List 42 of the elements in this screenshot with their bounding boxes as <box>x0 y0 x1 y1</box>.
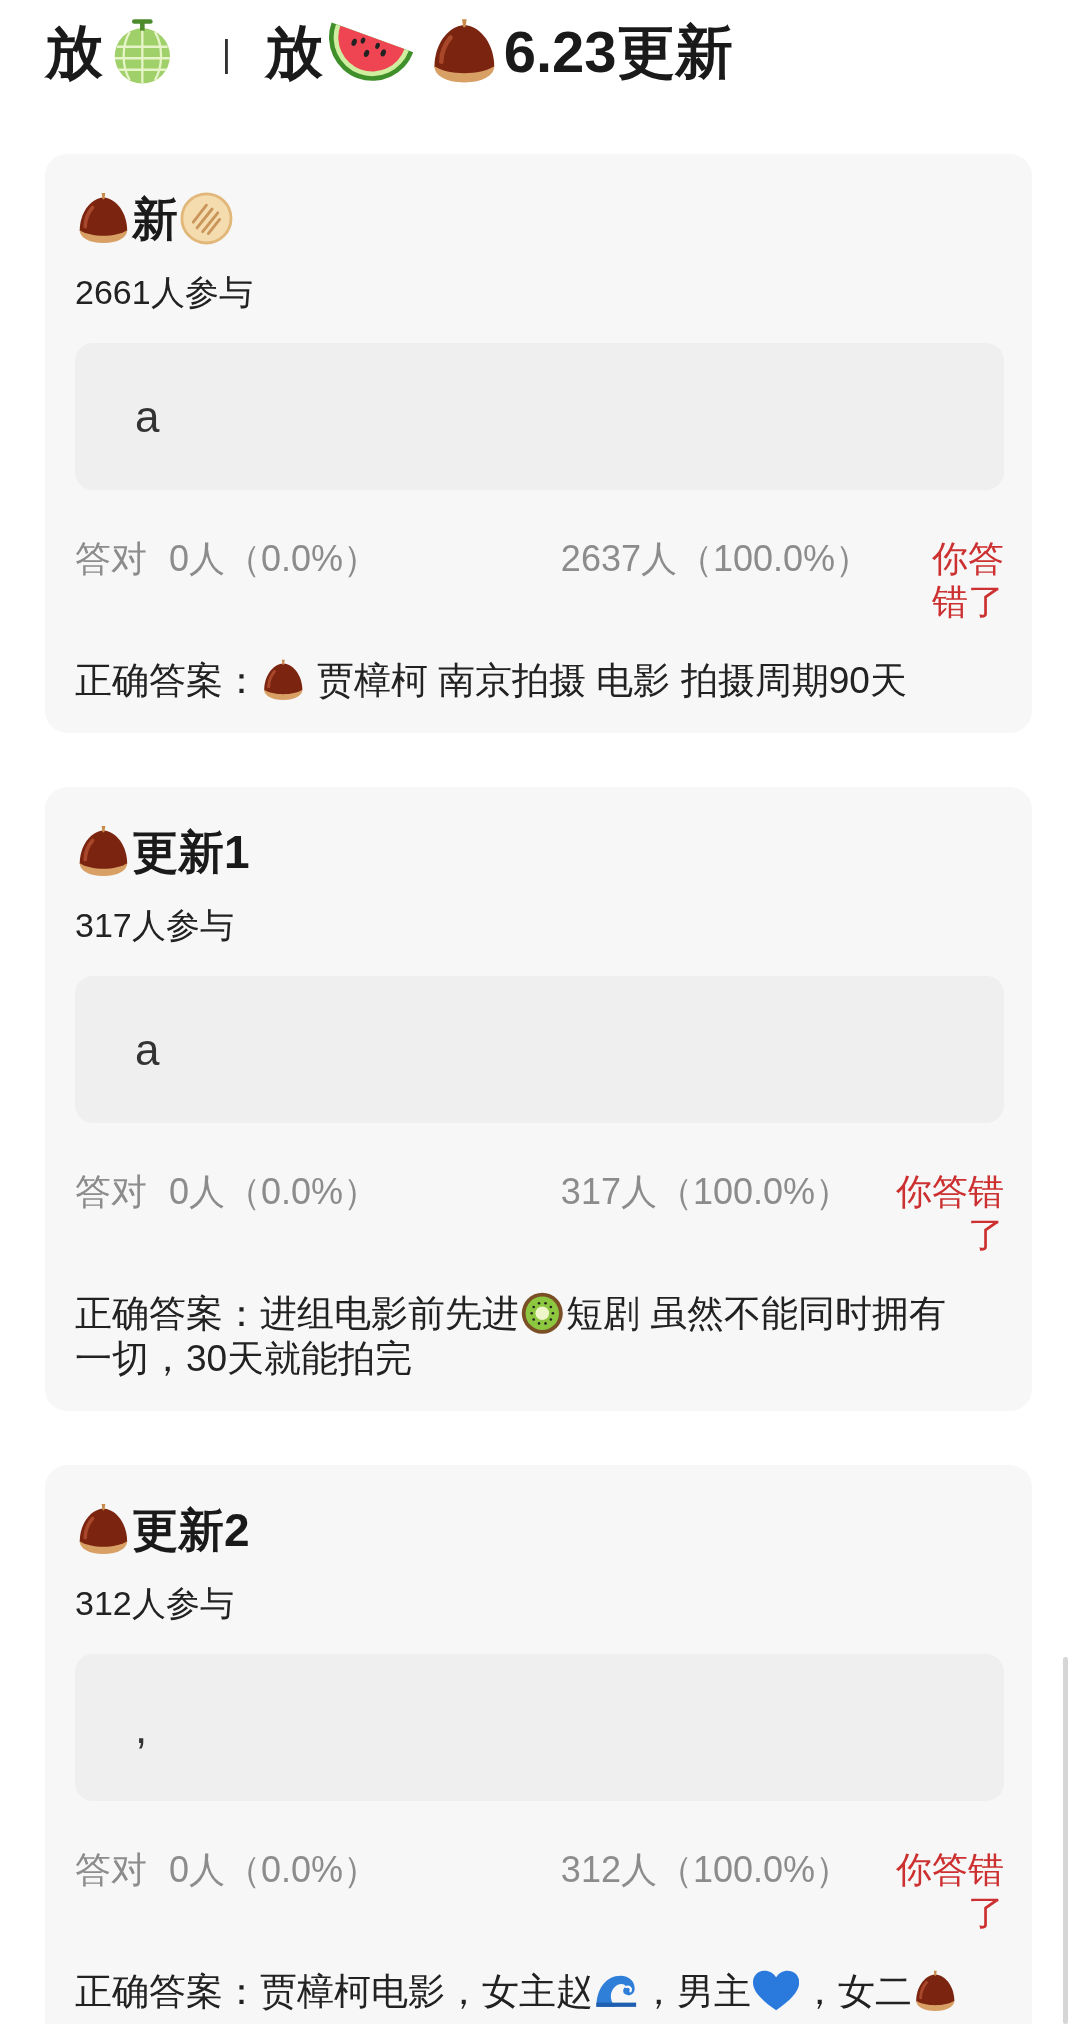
quiz-title: 更新2 <box>131 1503 250 1558</box>
chestnut-icon <box>77 1503 130 1557</box>
quiz-title: 更新1 <box>131 825 250 880</box>
result-text: 你答错了 <box>932 538 1004 622</box>
answer-box: a <box>75 976 1004 1123</box>
solution-text: 贾樟柯 南京拍摄 电影 拍摄周期90天 <box>315 659 907 703</box>
participant-count: 2661人参与 <box>75 272 254 313</box>
solution-text: 正确答案： <box>75 659 260 703</box>
flatbread-icon <box>179 192 233 246</box>
solution-text: ，女二 <box>800 1970 912 2014</box>
title-text: 放 <box>45 18 103 86</box>
solution-text: ，男主 <box>639 1970 751 2014</box>
correct-stat: 0人（0.0%） <box>169 1849 380 1890</box>
solution-text: 短剧 虽然不能同时拥有 <box>565 1292 946 1336</box>
solution-text: 正确答案：进组电影前先进 <box>75 1292 519 1336</box>
answer-box: a <box>75 343 1004 490</box>
solution-text: 一切，30天就能拍完 <box>75 1337 413 1381</box>
participant-count: 317人参与 <box>75 905 235 946</box>
answer-box: , <box>75 1654 1004 1801</box>
correct-label: 答对 <box>75 1849 147 1890</box>
chestnut-icon <box>262 658 305 702</box>
solution-text: 正确答案：贾樟柯电影，女主赵 <box>75 1970 593 2014</box>
chestnut-icon <box>77 192 130 246</box>
participant-count: 312人参与 <box>75 1583 235 1624</box>
correct-stat: 0人（0.0%） <box>169 538 380 579</box>
separator-text: | <box>221 32 232 76</box>
chestnut-icon <box>913 1969 957 2013</box>
scrollbar-thumb[interactable] <box>1063 1657 1068 2024</box>
answer-stat: 2637人（100.0%） <box>560 537 872 580</box>
result-text: 你答错了 <box>896 1849 1004 1933</box>
answer-stat: 317人（100.0%） <box>560 1170 852 1213</box>
quiz-title: 新 <box>131 192 178 247</box>
correct-stat: 0人（0.0%） <box>169 1171 380 1212</box>
result-text: 你答错了 <box>896 1171 1004 1255</box>
kiwi-slice-icon <box>521 1291 564 1335</box>
answer-stat: 312人（100.0%） <box>560 1848 852 1891</box>
heart-icon <box>752 1969 799 2013</box>
correct-label: 答对 <box>75 1171 147 1212</box>
title-text: 6.23更新 <box>503 18 733 86</box>
correct-label: 答对 <box>75 538 147 579</box>
title-text: 放 <box>265 18 324 86</box>
chestnut-icon <box>77 825 130 879</box>
